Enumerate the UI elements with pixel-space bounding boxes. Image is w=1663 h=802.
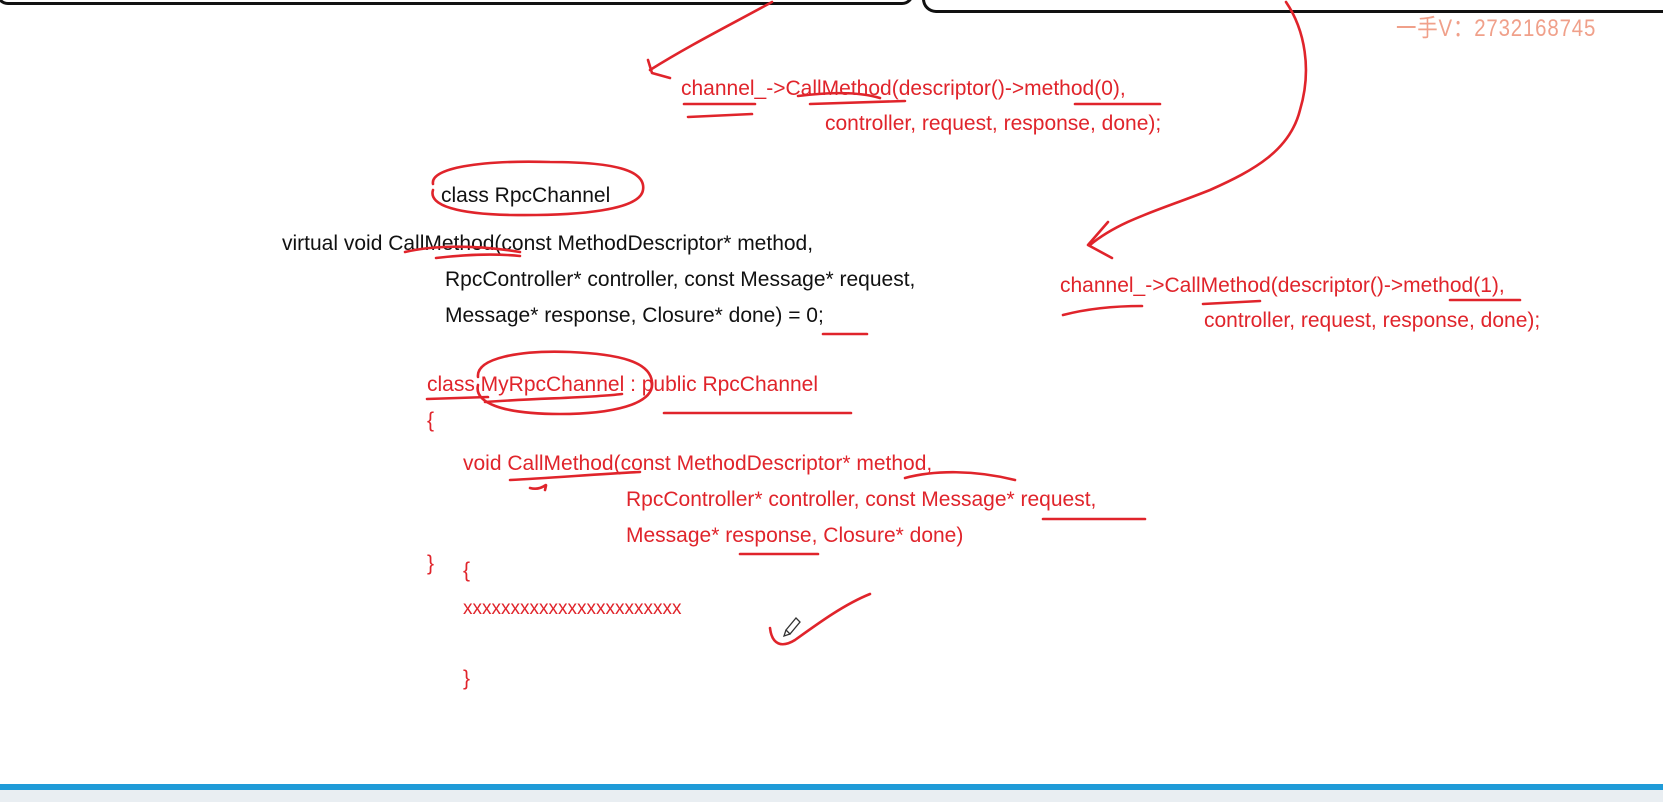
- method-body-close-brace: }: [463, 667, 471, 690]
- whiteboard-canvas: 一手V：2732168745 channel_->CallMethod(desc…: [0, 0, 1663, 802]
- arrow-head-top: [646, 58, 672, 80]
- red-call-right-line2: controller, request, response, done);: [1204, 309, 1541, 332]
- my-rpc-channel-close-brace: }: [427, 552, 435, 575]
- my-rpc-channel-class-line: class MyRpcChannel : public RpcChannel: [427, 373, 819, 396]
- bottom-strip: [0, 790, 1663, 802]
- my-rpc-channel-open-brace: {: [427, 409, 435, 432]
- method-body-open-brace: {: [463, 559, 471, 582]
- red-call-top-line1: channel_->CallMethod(descriptor()->metho…: [681, 77, 1126, 100]
- top-left-frame: [0, 0, 914, 5]
- red-call-top-line2: controller, request, response, done);: [825, 112, 1162, 135]
- checkmark: [768, 592, 872, 646]
- my-rpc-channel-method-line3: Message* response, Closure* done): [626, 524, 964, 547]
- underline-callmethod-right: [1201, 299, 1262, 306]
- rpc-channel-decl-line1: virtual void CallMethod(const MethodDesc…: [282, 232, 814, 255]
- underline-channel-right: [1061, 304, 1144, 317]
- underline-channel-top: [682, 102, 757, 119]
- hook-callmethod-red: [528, 483, 548, 492]
- red-call-right-line1: channel_->CallMethod(descriptor()->metho…: [1060, 274, 1505, 297]
- method-body-code: xxxxxxxxxxxxxxxxxxxxxxx: [463, 598, 682, 619]
- pen-cursor-icon: [782, 617, 801, 638]
- rpc-channel-class-line: class RpcChannel: [441, 184, 611, 207]
- my-rpc-channel-method-line1: void CallMethod(const MethodDescriptor* …: [463, 452, 933, 475]
- my-rpc-channel-method-line2: RpcController* controller, const Message…: [626, 488, 1097, 511]
- arrow-head-right: [1086, 220, 1114, 260]
- watermark: 一手V：2732168745: [1396, 15, 1597, 42]
- arrow-to-call-top: [648, 0, 774, 72]
- rpc-channel-decl-line2: RpcController* controller, const Message…: [445, 268, 916, 291]
- rpc-channel-decl-line3: Message* response, Closure* done) = 0;: [445, 304, 824, 327]
